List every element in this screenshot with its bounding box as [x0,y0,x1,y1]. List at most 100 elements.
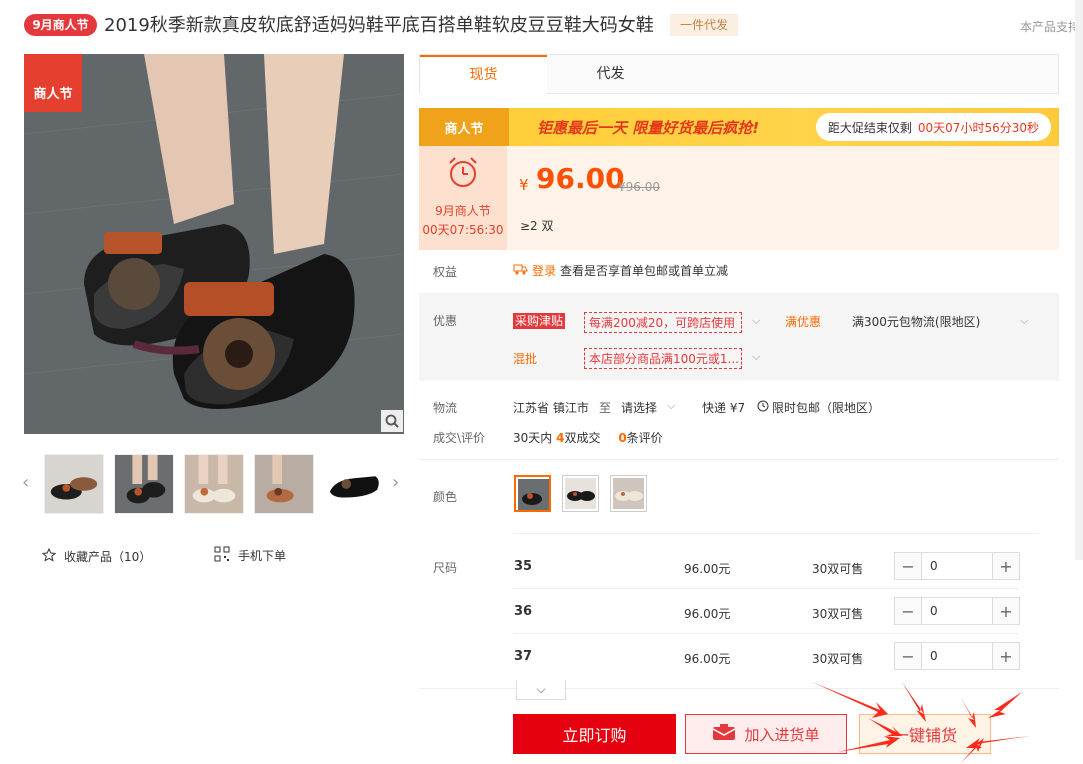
chevron-down-icon[interactable]: ⌵ [1020,314,1028,328]
festival-timer: 9月商人节 00天07:56:30 [419,146,507,250]
banner-slogan: 钜惠最后一天 限量好货最后疯抢! [537,118,760,137]
quantity-stepper: − 0 + [894,552,1020,580]
clock-icon [757,400,769,415]
deals-summary: 30天内 4双成交 0条评价 [513,429,663,446]
price-value: 96.00 [536,162,625,195]
product-title: 2019秋季新款真皮软底舒适妈妈鞋平底百搭单鞋软皮豆豆鞋大码女鞋 [104,15,654,36]
chevron-down-icon[interactable]: ⌵ [752,350,760,364]
plus-icon[interactable]: + [993,598,1019,624]
discount-label: 优惠 [433,314,458,328]
quantity-stepper: − 0 + [894,642,1020,670]
subsidy-detail[interactable]: 每满200减20，可跨店使用 [584,312,742,333]
mixed-batch-detail[interactable]: 本店部分商品满100元或1... [584,348,742,369]
divider [513,633,1019,634]
reviews-suffix: 条评价 [626,431,663,445]
free-shipping-text: 限时包邮（限地区） [772,401,881,415]
purchase-subsidy-tag: 采购津贴 [513,312,566,329]
mixed-batch-label: 混批 [513,352,538,366]
buy-now-button[interactable]: 立即订购 [513,714,676,754]
minus-icon[interactable]: − [895,598,921,624]
original-price: ¥96.00 [618,180,660,194]
cart-icon [712,723,736,745]
stock-tabs: 现货 代发 [419,54,1059,94]
thumbnail[interactable] [324,454,384,514]
expand-sizes-button[interactable]: ⌵ [516,680,566,700]
page-scrollbar[interactable] [1075,0,1083,560]
festival-name: 9月商人节 [435,204,491,218]
quantity-input[interactable]: 0 [921,643,993,669]
subsidy-tag-text: 采购津贴 [513,313,566,329]
alarm-clock-icon [445,154,481,190]
reviews-count: 0 [618,431,627,445]
color-swatch[interactable] [514,475,551,512]
rights-row: 登录 查看是否享首单包邮或首单立减 [513,262,728,279]
price-panel [419,146,1059,250]
favorite-button[interactable]: 收藏产品（10） [41,547,152,565]
deals-label: 成交\评价 [433,431,486,445]
festival-corner-badge: 商人节 [24,54,82,112]
dropship-tag: 一件代发 [670,14,738,36]
quantity-input[interactable]: 0 [921,553,993,579]
size-stock: 30双可售 [812,562,864,576]
attention-arrows-icon [812,682,1030,764]
color-swatch[interactable] [562,475,599,512]
plus-icon[interactable]: + [993,553,1019,579]
minus-icon[interactable]: − [895,553,921,579]
destination-select[interactable]: 请选择 ⌵ [621,399,675,416]
size-value: 37 [514,649,533,664]
express-fee: 快递 ¥7 [702,401,746,415]
plus-icon[interactable]: + [993,643,1019,669]
size-value: 35 [514,559,533,574]
thumbnail[interactable] [254,454,314,514]
festival-logo-badge[interactable]: 9月商人节 [24,14,97,36]
divider [419,459,1059,460]
size-stock: 30双可售 [812,607,864,621]
countdown-label: 距大促结束仅剩 [827,120,912,135]
color-swatch[interactable] [610,475,647,512]
thumbnail[interactable] [184,454,244,514]
chevron-down-icon: ⌵ [536,682,546,696]
banner-logo: 商人节 [419,108,509,146]
ship-to-word: 至 [599,401,612,415]
full-discount-label: 满优惠 [785,315,822,329]
size-price: 96.00元 [684,652,731,666]
deals-suffix: 双成交 [564,431,601,445]
chevron-down-icon[interactable]: ⌵ [752,314,760,328]
ship-from: 江苏省 镇江市 [513,401,589,415]
destination-value: 请选择 [621,401,658,415]
tab-dropship[interactable]: 代发 [547,55,674,94]
thumb-next-icon[interactable]: › [392,472,399,493]
currency-symbol: ¥ [519,176,529,194]
add-to-cart-label: 加入进货单 [744,725,820,744]
qrcode-icon [214,546,230,565]
mobile-order-label: 手机下单 [238,549,287,563]
size-stock: 30双可售 [812,652,864,666]
promo-banner[interactable]: 商人节 钜惠最后一天 限量好货最后疯抢! 距大促结束仅剩 00天07小时56分3… [419,108,1059,146]
countdown-value: 00天07小时56分30秒 [917,120,1039,135]
zoom-icon[interactable] [381,410,403,432]
deals-days: 30天内 [513,431,553,445]
rights-text: 查看是否享首单包邮或首单立减 [560,264,729,278]
rights-label: 权益 [433,265,458,279]
mobile-order-button[interactable]: 手机下单 [214,546,286,565]
thumb-prev-icon[interactable]: ‹ [22,472,29,493]
thumbnail[interactable] [114,454,174,514]
thumbnail[interactable] [44,454,104,514]
favorite-label: 收藏产品（10） [64,550,152,564]
logistics-label: 物流 [433,401,458,415]
size-value: 36 [514,604,533,619]
size-price: 96.00元 [684,562,731,576]
support-note: 本产品支持 [1020,20,1081,34]
festival-time: 00天07:56:30 [422,223,504,237]
promo-countdown: 距大促结束仅剩 00天07小时56分30秒 [815,113,1051,141]
minimum-quantity: ≥2 双 [520,219,554,233]
quantity-input[interactable]: 0 [921,598,993,624]
divider [513,588,1019,589]
free-shipping: 限时包邮（限地区） [757,399,880,416]
chevron-down-icon: ⌵ [667,399,676,412]
login-link[interactable]: 登录 [532,262,556,279]
minus-icon[interactable]: − [895,643,921,669]
full-discount-text: 满300元包物流(限地区) [852,315,981,329]
truck-icon [513,263,528,278]
tab-in-stock[interactable]: 现货 [420,55,547,94]
